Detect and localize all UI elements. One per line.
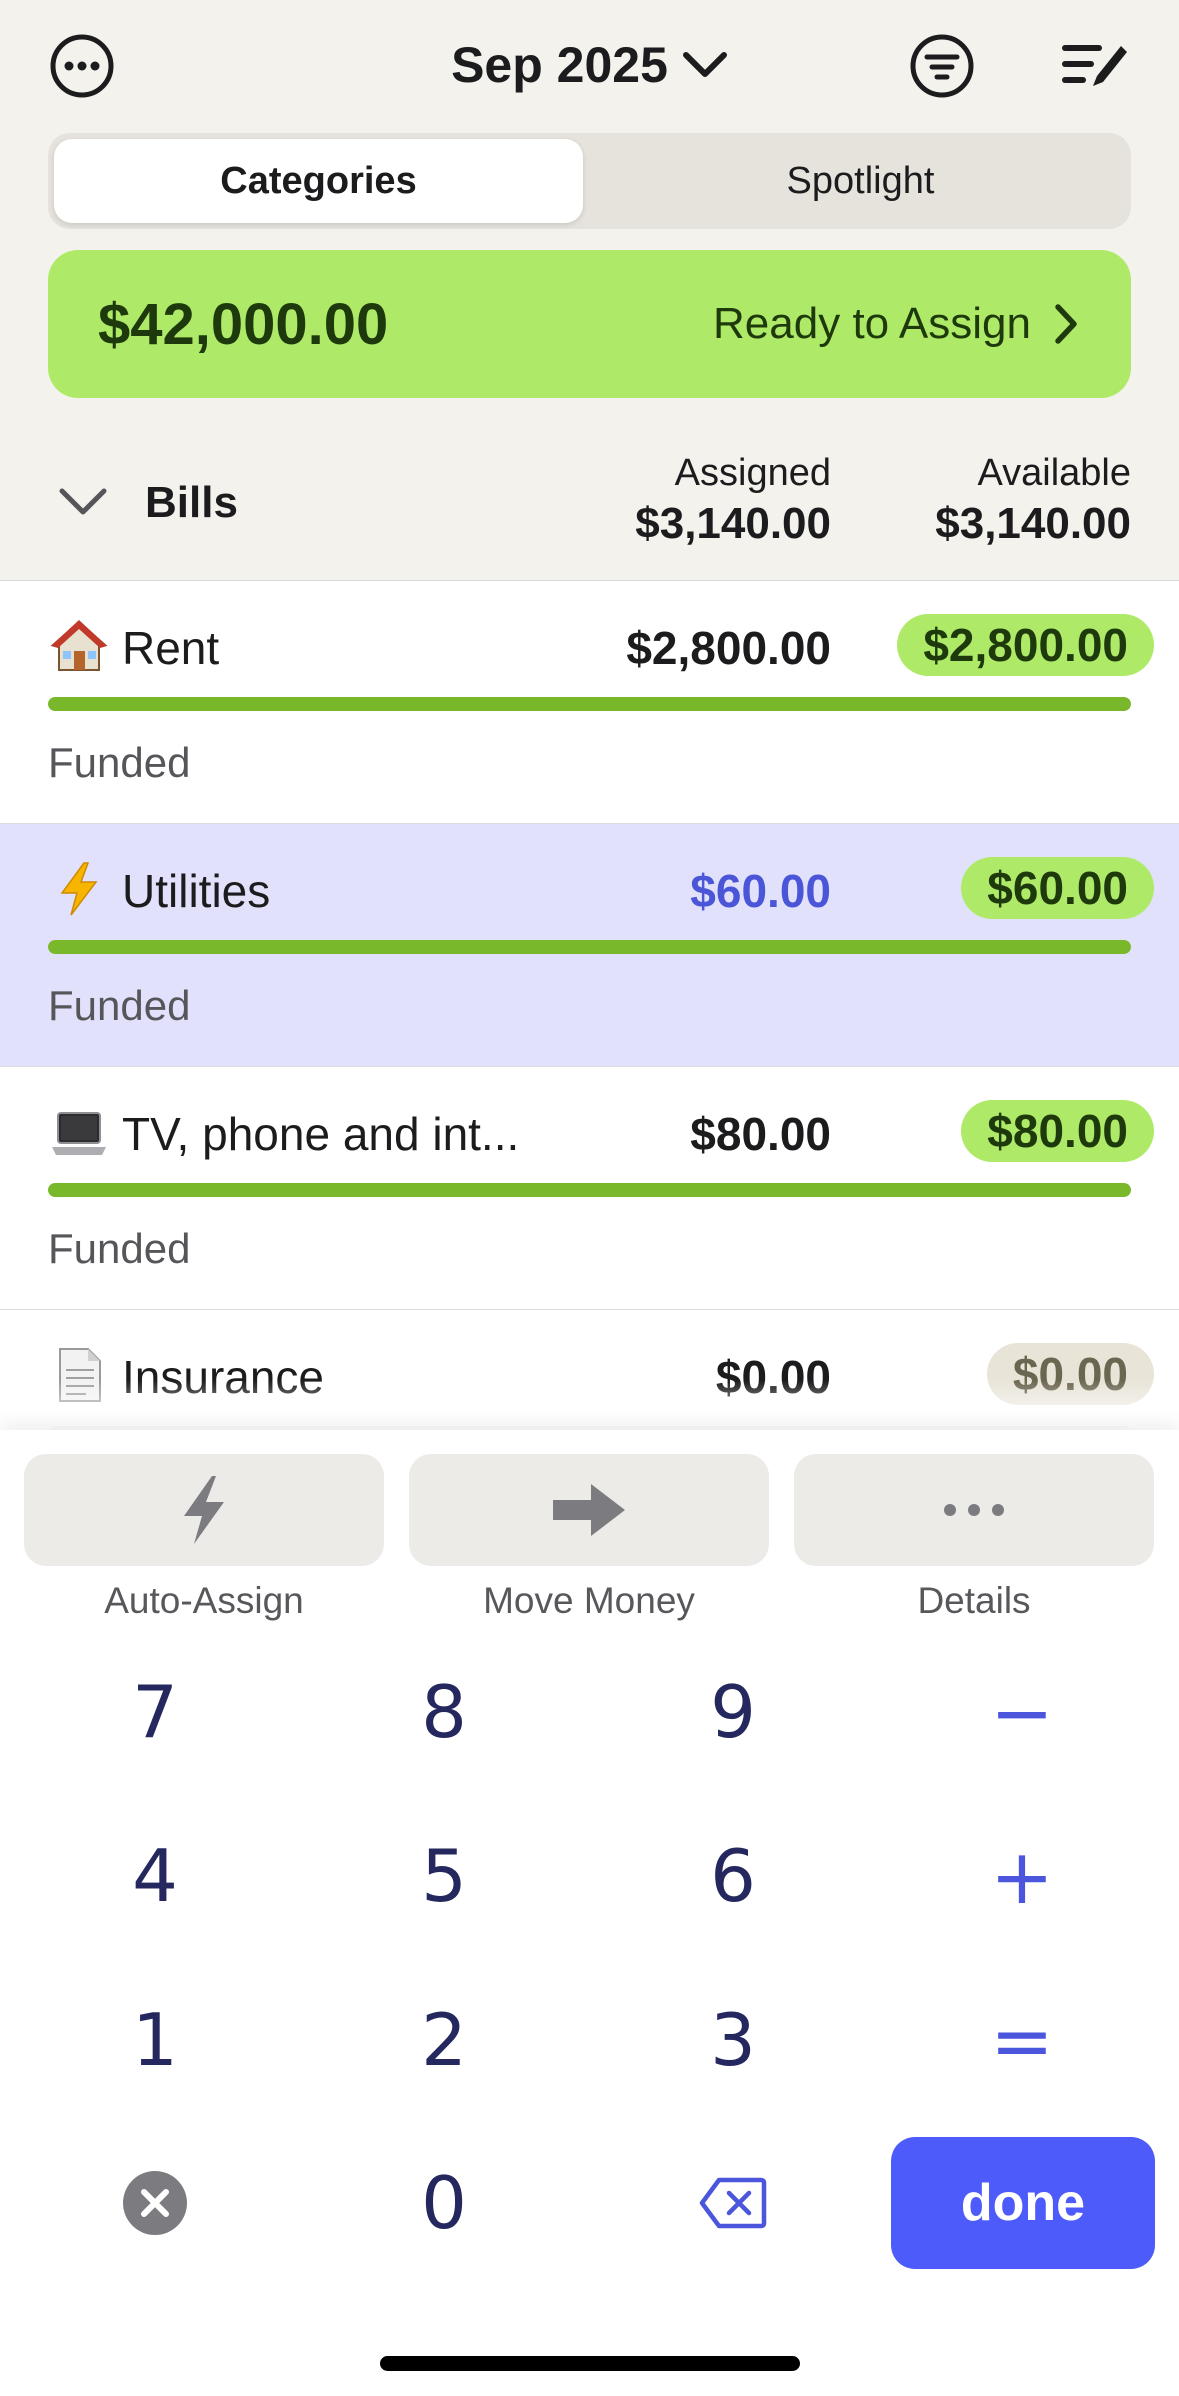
tab-categories[interactable]: Categories	[54, 139, 583, 223]
key-7[interactable]: 7	[15, 1642, 295, 1782]
category-available-badge[interactable]: $2,800.00	[897, 614, 1154, 676]
key-3[interactable]: 3	[593, 1970, 873, 2110]
filter-button[interactable]	[906, 30, 978, 102]
view-segmented-control: Categories Spotlight	[48, 133, 1131, 229]
category-assigned[interactable]: $80.00	[690, 1107, 831, 1161]
category-row-rent[interactable]: Rent $2,800.00 $2,800.00 Funded	[0, 581, 1179, 824]
category-status: Funded	[48, 982, 191, 1029]
chevron-right-icon	[1055, 304, 1077, 344]
auto-assign-button[interactable]	[24, 1454, 384, 1566]
ellipsis-icon	[944, 1504, 1004, 1516]
category-list: Rent $2,800.00 $2,800.00 Funded Utilitie…	[0, 580, 1179, 1430]
funding-progress-fill	[48, 940, 1131, 954]
list-fade-overlay	[0, 1380, 1179, 1430]
nav-bar: Sep 2025	[0, 0, 1179, 130]
category-status: Funded	[48, 1225, 191, 1272]
clear-button[interactable]	[15, 2133, 295, 2273]
clear-circle-icon	[123, 2171, 187, 2235]
done-button[interactable]: done	[891, 2137, 1155, 2269]
details-button[interactable]	[794, 1454, 1154, 1566]
category-name: Rent	[122, 622, 220, 674]
available-label: Available	[977, 452, 1131, 494]
category-available-badge[interactable]: $60.00	[961, 857, 1154, 919]
category-status: Funded	[48, 739, 191, 786]
edit-list-icon	[1062, 45, 1127, 86]
category-name: Utilities	[122, 865, 271, 917]
ready-to-assign-label: Ready to Assign	[713, 299, 1031, 348]
key-6[interactable]: 6	[593, 1806, 873, 1946]
key-4[interactable]: 4	[15, 1806, 295, 1946]
month-label: Sep 2025	[451, 37, 668, 93]
move-money-label: Move Money	[483, 1580, 695, 1621]
category-row-tv-phone-internet[interactable]: TV, phone and int... $80.00 $80.00 Funde…	[0, 1067, 1179, 1310]
available-total: $3,140.00	[935, 499, 1131, 548]
funding-progress-fill	[48, 1183, 1131, 1197]
key-5[interactable]: 5	[304, 1806, 584, 1946]
available-column-header: Available $3,140.00	[935, 452, 1131, 549]
home-indicator	[380, 2356, 800, 2371]
ready-to-assign-label-group: Ready to Assign	[713, 299, 1079, 349]
key-8[interactable]: 8	[304, 1642, 584, 1782]
tab-spotlight[interactable]: Spotlight	[596, 139, 1125, 223]
chevron-down-icon	[59, 488, 107, 515]
key-plus[interactable]: +	[882, 1806, 1162, 1946]
key-2[interactable]: 2	[304, 1970, 584, 2110]
assigned-total: $3,140.00	[635, 499, 831, 548]
ready-to-assign-banner[interactable]: $42,000.00 Ready to Assign	[48, 250, 1131, 398]
lightning-icon	[50, 860, 108, 918]
key-0[interactable]: 0	[304, 2133, 584, 2273]
laptop-icon	[50, 1103, 108, 1161]
funding-progress-bar	[48, 940, 1131, 954]
funding-progress-bar	[48, 697, 1131, 711]
backspace-button[interactable]	[593, 2133, 873, 2273]
month-selector[interactable]: Sep 2025	[0, 36, 1179, 94]
category-assigned[interactable]: $60.00	[690, 864, 831, 918]
details-label: Details	[917, 1580, 1031, 1621]
category-available-badge[interactable]: $80.00	[961, 1100, 1154, 1162]
category-name: TV, phone and int...	[122, 1108, 520, 1160]
auto-assign-label: Auto-Assign	[104, 1580, 304, 1621]
keypad-panel: Auto-Assign Move Money Details 7 8 9 − 4…	[0, 1430, 1179, 2396]
funding-progress-bar	[48, 1183, 1131, 1197]
budget-header: Sep 2025 Categories Spotlight $42,000.00…	[0, 0, 1179, 580]
filter-icon	[910, 34, 974, 98]
key-9[interactable]: 9	[593, 1642, 873, 1782]
funding-progress-fill	[48, 697, 1131, 711]
chevron-down-icon	[682, 52, 727, 77]
group-name: Bills	[145, 478, 238, 527]
house-icon	[50, 617, 108, 675]
arrow-right-icon	[553, 1484, 625, 1536]
assigned-label: Assigned	[674, 452, 831, 494]
assigned-column-header: Assigned $3,140.00	[635, 452, 831, 549]
key-minus[interactable]: −	[882, 1642, 1162, 1782]
category-row-utilities[interactable]: Utilities $60.00 $60.00 Funded	[0, 824, 1179, 1067]
edit-button[interactable]	[1060, 30, 1132, 102]
group-collapse-toggle[interactable]	[58, 486, 108, 523]
key-equals[interactable]: =	[882, 1970, 1162, 2110]
backspace-icon	[699, 2177, 767, 2229]
move-money-button[interactable]	[409, 1454, 769, 1566]
category-assigned[interactable]: $2,800.00	[626, 621, 831, 675]
ready-to-assign-amount: $42,000.00	[98, 291, 389, 357]
lightning-icon	[184, 1476, 224, 1544]
key-1[interactable]: 1	[15, 1970, 295, 2110]
